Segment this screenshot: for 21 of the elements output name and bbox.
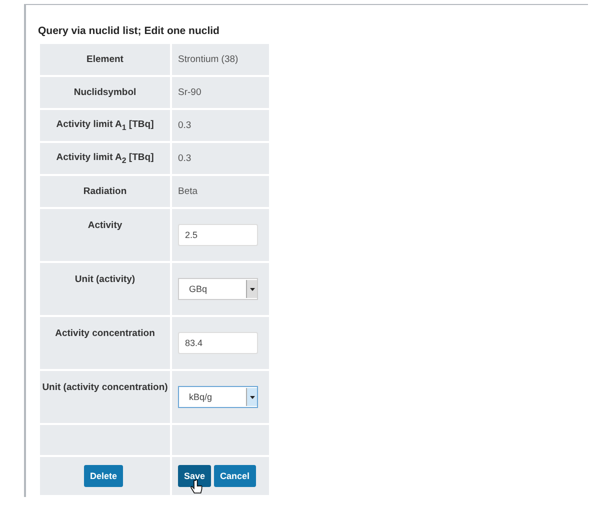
input-field[interactable]: 2.5	[178, 224, 258, 246]
dropdown[interactable]: kBq/g	[178, 386, 258, 408]
action-button[interactable]: Delete	[84, 465, 123, 487]
action-button[interactable]: Cancel	[214, 465, 256, 487]
input-field[interactable]: 83.4	[178, 332, 258, 354]
field-label: Element	[86, 54, 124, 65]
field-label: Activity limit A$_{1}$ [TBq]	[56, 119, 154, 130]
field-label: Activity limit A$_{2}$ [TBq]	[56, 152, 154, 164]
field-label: Unit (activity)	[74, 274, 136, 285]
field-label: Radiation	[83, 186, 127, 197]
field-label: Activity	[88, 220, 122, 231]
field-value: Beta	[178, 186, 198, 197]
panel-title: Query via nuclid list; Edit one nuclid	[38, 25, 220, 37]
field-value: 0.3	[178, 120, 192, 131]
field-label: Unit (activity concentration)	[42, 382, 168, 393]
field-value: 0.3	[178, 153, 192, 164]
dropdown[interactable]: GBq	[178, 278, 258, 300]
field-value: Strontium (38)	[178, 54, 238, 65]
field-label: Nuclidsymbol	[74, 87, 136, 98]
field-value: Sr-90	[178, 87, 202, 98]
field-label: Activity concentration	[55, 328, 155, 339]
